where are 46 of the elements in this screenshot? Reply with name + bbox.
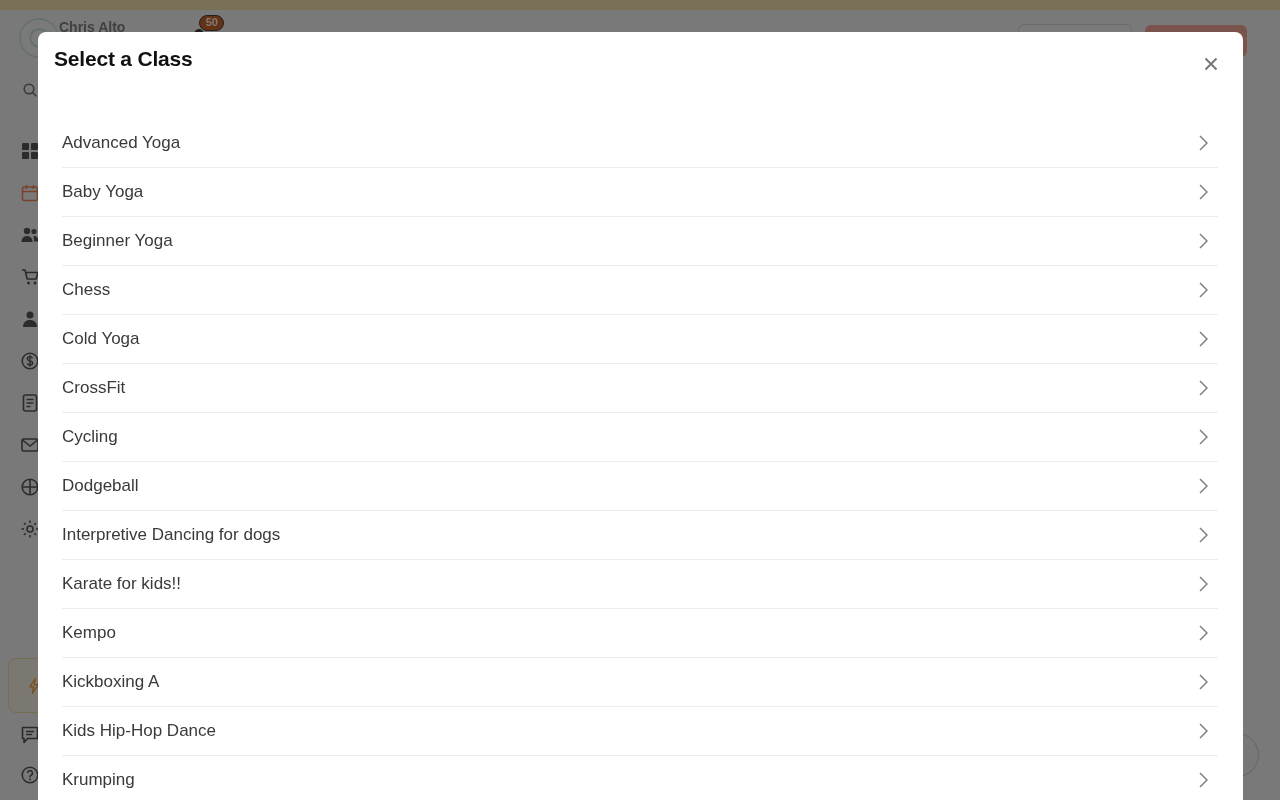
people-icon[interactable] [21, 226, 39, 244]
class-list-item[interactable]: Chess [62, 266, 1218, 315]
help-icon[interactable] [21, 766, 39, 784]
chevron-right-icon [1199, 429, 1208, 445]
notification-count: 50 [199, 15, 225, 31]
envelope-icon[interactable] [21, 436, 39, 454]
lightning-icon [29, 678, 39, 694]
class-list-item[interactable]: Advanced Yoga [62, 119, 1218, 168]
chevron-right-icon [1199, 723, 1208, 739]
chevron-right-icon [1199, 184, 1208, 200]
class-list-item[interactable]: Beginner Yoga [62, 217, 1218, 266]
class-list-item[interactable]: Kickboxing A [62, 658, 1218, 707]
sun-icon[interactable] [21, 520, 39, 538]
chevron-right-icon [1199, 674, 1208, 690]
class-list-item[interactable]: Interpretive Dancing for dogs [62, 511, 1218, 560]
cart-icon[interactable] [21, 268, 39, 286]
close-icon [1204, 57, 1218, 71]
chevron-right-icon [1199, 478, 1208, 494]
calendar-icon[interactable] [21, 184, 39, 202]
chevron-right-icon [1199, 380, 1208, 396]
chevron-right-icon [1199, 233, 1208, 249]
person-icon[interactable] [21, 310, 39, 328]
globe-icon[interactable] [21, 478, 39, 496]
chevron-right-icon [1199, 576, 1208, 592]
document-icon[interactable] [21, 394, 39, 412]
class-list-item[interactable]: CrossFit [62, 364, 1218, 413]
class-list-item[interactable]: Karate for kids!! [62, 560, 1218, 609]
class-list-item[interactable]: Kempo [62, 609, 1218, 658]
chevron-right-icon [1199, 282, 1208, 298]
class-list-item[interactable]: Dodgeball [62, 462, 1218, 511]
class-list-item[interactable]: Krumping [62, 756, 1218, 800]
close-button[interactable] [1204, 57, 1218, 71]
class-list-item[interactable]: Cycling [62, 413, 1218, 462]
dollar-coin-icon[interactable] [21, 352, 39, 370]
chevron-right-icon [1199, 772, 1208, 788]
chevron-right-icon [1199, 625, 1208, 641]
chevron-right-icon [1199, 135, 1208, 151]
chevron-right-icon [1199, 527, 1208, 543]
grid-icon[interactable] [21, 142, 39, 160]
search-icon[interactable] [23, 83, 37, 97]
modal-title: Select a Class [54, 46, 193, 72]
class-list-item[interactable]: Baby Yoga [62, 168, 1218, 217]
class-list-item[interactable]: Cold Yoga [62, 315, 1218, 364]
chat-icon[interactable] [21, 726, 39, 744]
class-list-item[interactable]: Kids Hip-Hop Dance [62, 707, 1218, 756]
chevron-right-icon [1199, 331, 1208, 347]
